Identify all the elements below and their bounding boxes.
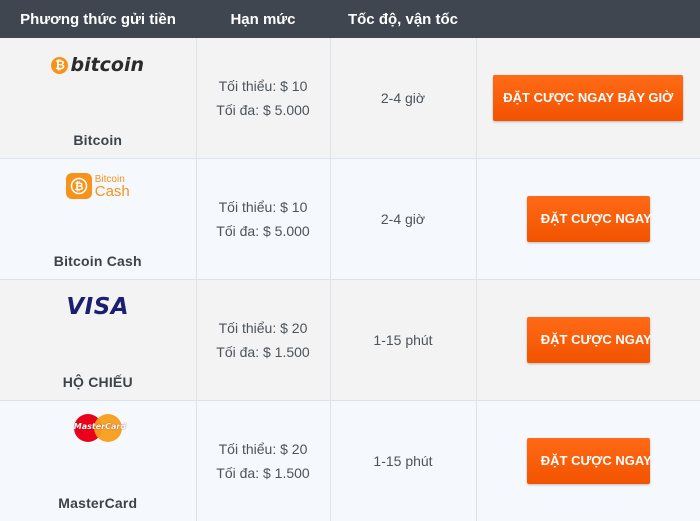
header-limit: Hạn mức	[196, 0, 330, 38]
action-cell: ĐẶT CƯỢC NGAY BÂY GIỜ	[476, 38, 700, 159]
table-row: ₿bitcoin Bitcoin Tối thiểu: $ 10 Tối đa:…	[0, 38, 700, 159]
limit-min: Tối thiểu: $ 20	[197, 316, 330, 340]
bitcoin-logo-icon: ₿bitcoin	[51, 54, 144, 76]
limit-max: Tối đa: $ 5.000	[197, 219, 330, 243]
method-name: Bitcoin Cash	[0, 253, 196, 269]
speed-value: 2-4 giờ	[381, 211, 425, 227]
bet-now-button[interactable]: ĐẶT CƯỢC NGAY	[527, 317, 650, 363]
action-cell: ĐẶT CƯỢC NGAY	[476, 159, 700, 280]
header-action	[476, 0, 700, 38]
speed-cell: 2-4 giờ	[330, 159, 476, 280]
limit-min: Tối thiểu: $ 10	[197, 195, 330, 219]
method-name: Bitcoin	[0, 132, 196, 148]
limit-cell: Tối thiểu: $ 10 Tối đa: $ 5.000	[196, 159, 330, 280]
speed-value: 1-15 phút	[373, 453, 432, 469]
header-method: Phương thức gửi tiền	[0, 0, 196, 38]
bitcoin-cash-logo-icon: ₿ Bitcoin Cash	[66, 173, 130, 199]
table-header-row: Phương thức gửi tiền Hạn mức Tốc độ, vận…	[0, 0, 700, 38]
svg-text:₿: ₿	[74, 180, 83, 193]
table-row: ₿ Bitcoin Cash Bitcoin Cash Tối thiểu: $…	[0, 159, 700, 280]
mastercard-logo-icon: MasterCard	[74, 414, 122, 442]
method-cell: MasterCard MasterCard	[0, 401, 196, 521]
method-cell: VISA HỘ CHIẾU	[0, 280, 196, 401]
limit-cell: Tối thiểu: $ 10 Tối đa: $ 5.000	[196, 38, 330, 159]
bet-now-button[interactable]: ĐẶT CƯỢC NGAY	[527, 438, 650, 484]
speed-value: 1-15 phút	[373, 332, 432, 348]
limit-max: Tối đa: $ 5.000	[197, 98, 330, 122]
speed-cell: 1-15 phút	[330, 280, 476, 401]
limit-cell: Tối thiểu: $ 20 Tối đa: $ 1.500	[196, 401, 330, 521]
action-cell: ĐẶT CƯỢC NGAY	[476, 401, 700, 521]
table-row: VISA HỘ CHIẾU Tối thiểu: $ 20 Tối đa: $ …	[0, 280, 700, 401]
method-cell: ₿bitcoin Bitcoin	[0, 38, 196, 159]
visa-logo-icon: VISA	[66, 294, 129, 320]
limit-max: Tối đa: $ 1.500	[197, 461, 330, 485]
speed-cell: 1-15 phút	[330, 401, 476, 521]
method-name: MasterCard	[0, 495, 196, 511]
method-name: HỘ CHIẾU	[0, 374, 196, 390]
action-cell: ĐẶT CƯỢC NGAY	[476, 280, 700, 401]
deposit-methods-table: Phương thức gửi tiền Hạn mức Tốc độ, vận…	[0, 0, 700, 521]
limit-cell: Tối thiểu: $ 20 Tối đa: $ 1.500	[196, 280, 330, 401]
header-speed: Tốc độ, vận tốc	[330, 0, 476, 38]
limit-max: Tối đa: $ 1.500	[197, 340, 330, 364]
bet-now-button[interactable]: ĐẶT CƯỢC NGAY	[527, 196, 650, 242]
speed-value: 2-4 giờ	[381, 90, 425, 106]
speed-cell: 2-4 giờ	[330, 38, 476, 159]
bet-now-button[interactable]: ĐẶT CƯỢC NGAY BÂY GIỜ	[493, 75, 683, 121]
method-cell: ₿ Bitcoin Cash Bitcoin Cash	[0, 159, 196, 280]
limit-min: Tối thiểu: $ 10	[197, 74, 330, 98]
limit-min: Tối thiểu: $ 20	[197, 437, 330, 461]
table-row: MasterCard MasterCard Tối thiểu: $ 20 Tố…	[0, 401, 700, 521]
